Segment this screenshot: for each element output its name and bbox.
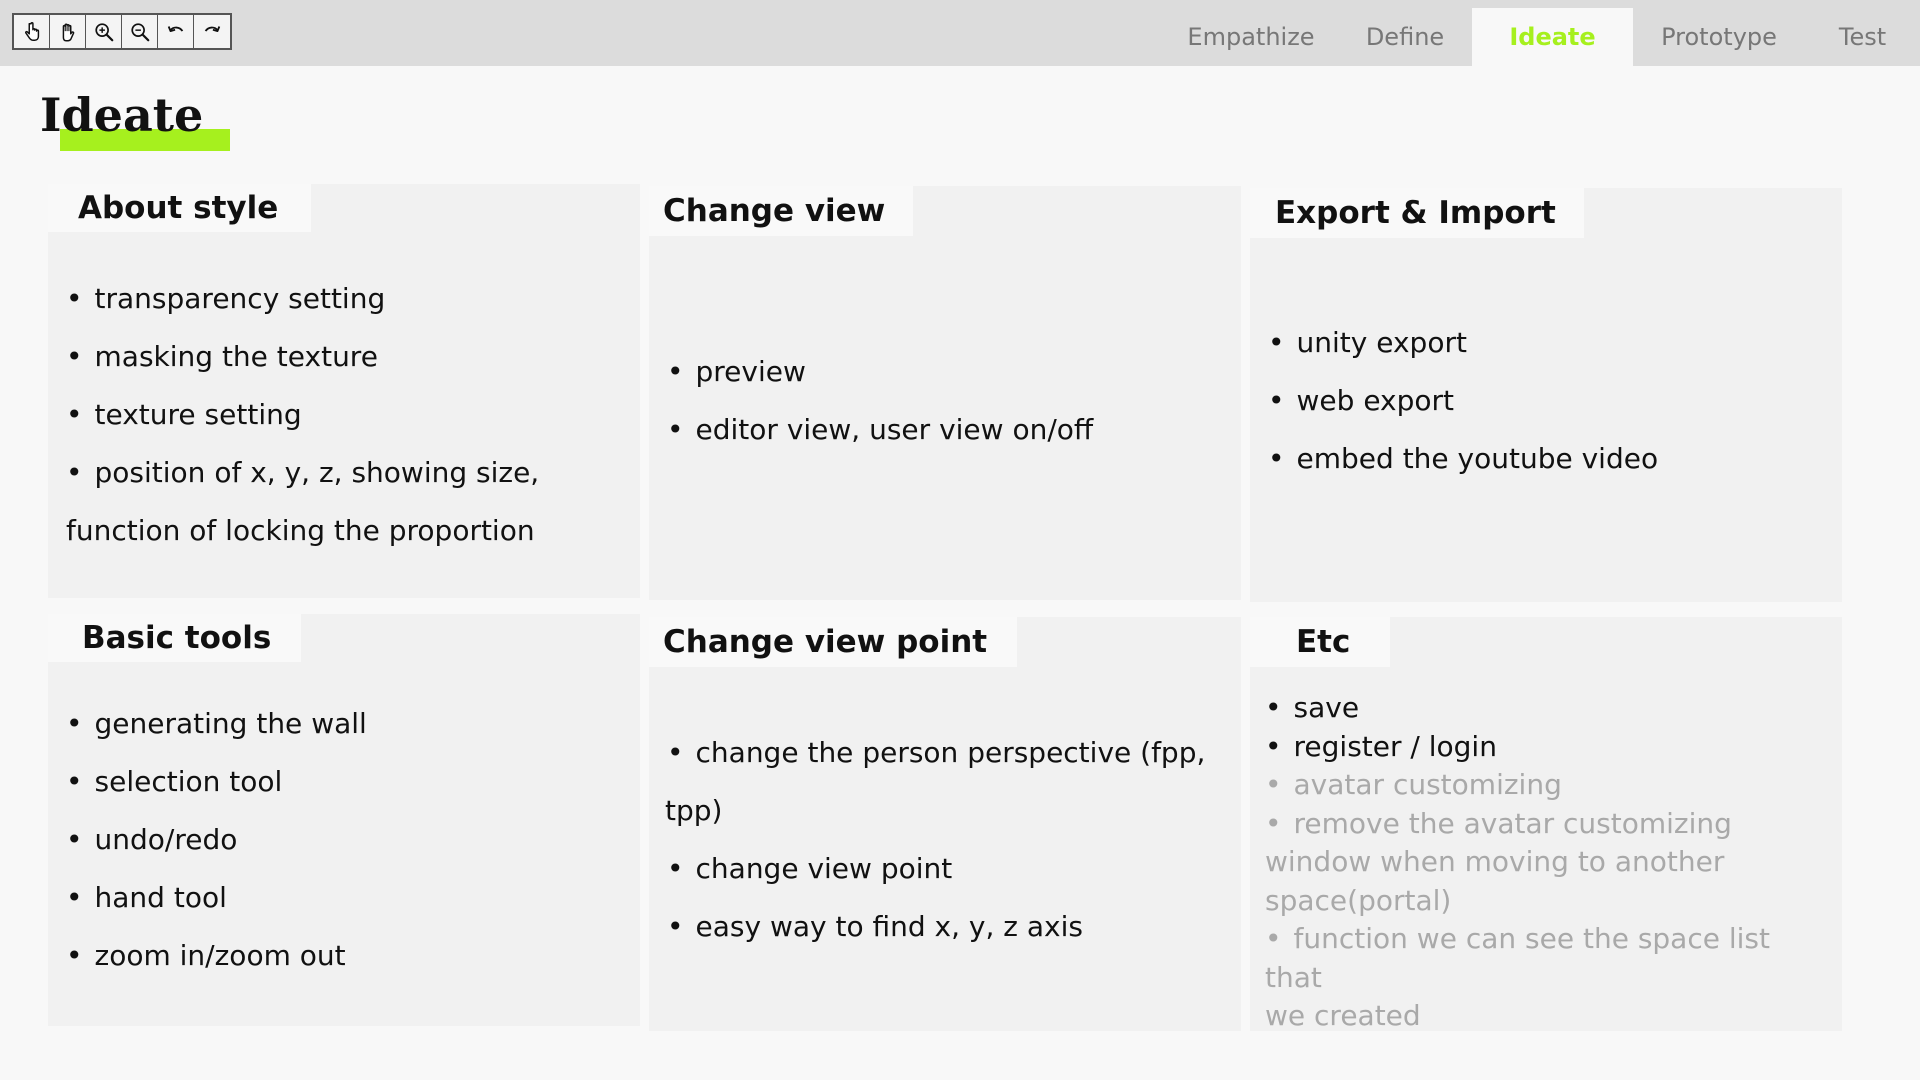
list-item: • zoom in/zoom out [66,939,346,972]
list-item: • function we can see the space list that [1265,922,1770,994]
tab-define[interactable]: Define [1338,8,1472,66]
card-title: Change view point [649,617,1018,667]
card-etc: Etc • save • register / login • avatar cust… [1250,617,1842,1032]
redo-icon[interactable] [194,15,230,48]
list-item: tpp) [665,794,723,827]
list-item: • selection tool [66,765,283,798]
list-item: • web export [1268,384,1455,417]
top-bar: Empathize Define Ideate Prototype Test [0,0,1920,66]
hand-icon[interactable] [50,15,86,48]
card-basic-tools: Basic tools • generating the wall • select… [48,614,640,1026]
pointer-icon[interactable] [14,15,50,48]
card-list: • save • register / login • avatar customiz… [1265,689,1826,1036]
page-title: Ideate [40,88,204,142]
list-item: • change the person perspective (fpp, [667,736,1206,769]
list-item: function of locking the proportion [66,514,535,547]
list-item: we created [1265,999,1421,1032]
list-item: • undo/redo [66,823,238,856]
list-item: • unity export [1268,326,1467,359]
list-item: • hand tool [66,881,227,914]
card-title: Etc [1250,617,1391,667]
undo-icon[interactable] [158,15,194,48]
card-list: • unity export • web export • embed the you… [1268,314,1826,488]
card-about-style: About style • transparency setting • maski… [48,184,640,598]
list-item: • preview [667,355,806,388]
card-title: About style [48,184,312,232]
card-export-import: Export & Import • unity export • web expor… [1250,188,1842,602]
card-change-view-point: Change view point • change the person per… [649,617,1241,1031]
tab-empathize[interactable]: Empathize [1164,8,1338,66]
list-item: • avatar customizing [1265,768,1562,801]
tab-prototype[interactable]: Prototype [1633,8,1805,66]
card-title: Basic tools [48,614,302,662]
list-item: • easy way to find x, y, z axis [667,910,1083,943]
list-item: • remove the avatar customizing [1265,806,1732,840]
stage-tabs: Empathize Define Ideate Prototype Test [1164,8,1920,66]
list-item: • change view point [667,852,953,885]
tool-palette [12,13,232,50]
list-item: • save [1265,691,1360,724]
card-change-view: Change view • preview • editor view, user … [649,186,1241,600]
zoom-out-icon[interactable] [122,15,158,48]
zoom-in-icon[interactable] [86,15,122,48]
tab-ideate[interactable]: Ideate [1472,8,1633,66]
list-item: • generating the wall [66,707,367,740]
list-item: space(portal) [1265,883,1452,917]
list-item: • embed the youtube video [1268,442,1659,475]
list-item: • register / login [1265,729,1497,763]
card-list: • transparency setting • masking the textu… [66,270,624,560]
tab-test[interactable]: Test [1805,8,1920,66]
card-list: • change the person perspective (fpp, tpp… [665,724,1225,956]
list-item: window when moving to another [1265,845,1725,878]
list-item: • texture setting [66,398,302,431]
list-item: • masking the texture [66,340,378,373]
card-list: • preview • editor view, user view on/off [667,343,1225,459]
list-item: • position of x, y, z, showing size, [66,456,540,489]
card-title: Export & Import [1250,188,1584,238]
card-title: Change view [649,186,914,236]
list-item: • editor view, user view on/off [667,413,1094,446]
card-list: • generating the wall • selection tool • un… [66,695,624,985]
list-item: • transparency setting [66,282,386,315]
